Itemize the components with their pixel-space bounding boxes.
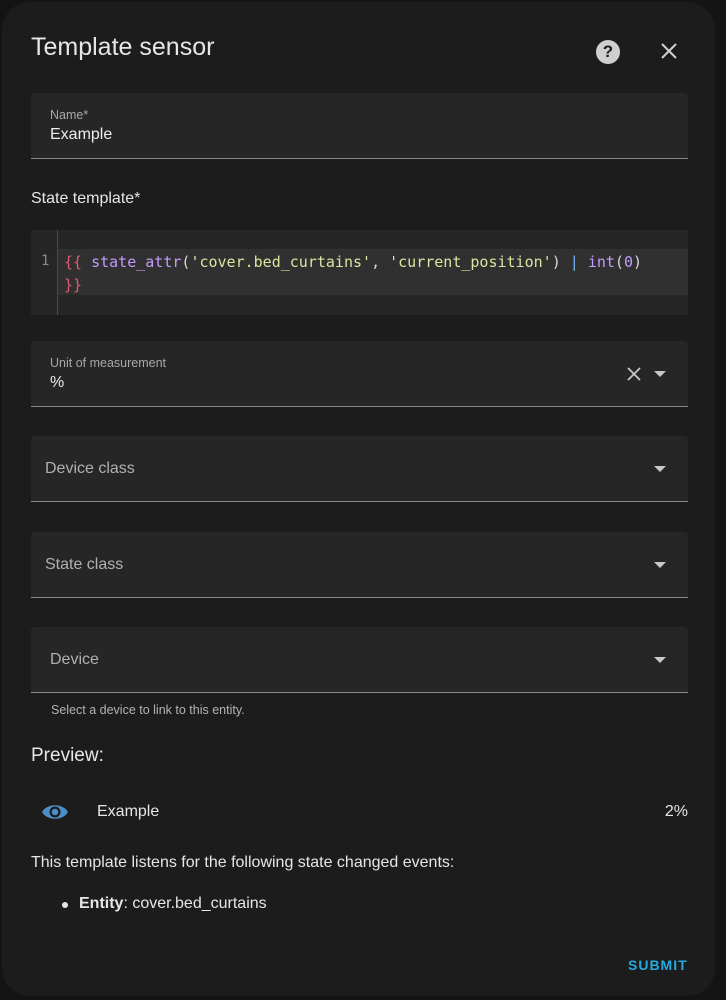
code-token: | xyxy=(569,253,579,271)
preview-entity-state: 2% xyxy=(664,803,688,820)
dialog-title: Template sensor xyxy=(31,33,215,61)
code-token: ) xyxy=(632,253,642,271)
name-field-value: Example xyxy=(50,126,113,143)
code-token: }} xyxy=(64,276,83,294)
state-template-label: State template* xyxy=(31,190,141,207)
entity-label: Entity xyxy=(79,895,124,912)
device-placeholder: Device xyxy=(50,651,99,668)
chevron-down-icon[interactable] xyxy=(654,465,666,472)
name-field[interactable]: Name* Example xyxy=(31,93,688,159)
code-token: state_attr xyxy=(91,253,182,271)
bullet-dot xyxy=(62,902,68,908)
code-token: 0 xyxy=(623,253,633,271)
close-icon[interactable] xyxy=(658,40,680,62)
unit-of-measurement-field[interactable]: Unit of measurement % xyxy=(31,341,688,407)
help-icon[interactable]: ? xyxy=(596,40,620,64)
state-template-editor[interactable]: 1 {{ state_attr ( 'cover.bed_curtains', 'c… xyxy=(31,230,688,315)
entity-value: : cover.bed_curtains xyxy=(123,895,267,912)
eye-icon xyxy=(42,805,68,819)
state-class-select[interactable]: State class xyxy=(31,532,688,598)
code-token: , xyxy=(371,253,390,271)
code-token: int xyxy=(587,253,615,271)
device-class-placeholder: Device class xyxy=(45,460,135,477)
code-token: {{ xyxy=(64,253,83,271)
code-token: 'cover.bed_curtains' xyxy=(190,253,372,271)
code-token: ( xyxy=(614,253,624,271)
line-number: 1 xyxy=(41,253,50,269)
code-token: ) xyxy=(551,253,570,271)
submit-button[interactable]: SUBMIT xyxy=(628,957,688,973)
code-token: 'current_position' xyxy=(389,253,552,271)
unit-field-value: % xyxy=(50,374,65,391)
template-code[interactable]: {{ state_attr ( 'cover.bed_curtains', 'cur… xyxy=(64,251,664,297)
state-class-placeholder: State class xyxy=(45,556,124,573)
preview-entity-name: Example xyxy=(97,803,160,820)
device-class-select[interactable]: Device class xyxy=(31,436,688,502)
device-helper-text: Select a device to link to this entity. xyxy=(51,703,245,717)
device-select[interactable]: Device xyxy=(31,627,688,693)
chevron-down-icon[interactable] xyxy=(654,561,666,568)
preview-title: Preview: xyxy=(31,745,104,766)
template-sensor-dialog: Template sensor ? Name* Example State te… xyxy=(2,2,715,996)
clear-icon[interactable] xyxy=(626,366,642,382)
unit-field-label: Unit of measurement xyxy=(50,356,167,370)
name-field-label: Name* xyxy=(50,108,89,122)
chevron-down-icon[interactable] xyxy=(654,656,666,663)
editor-gutter xyxy=(31,230,58,315)
listens-description: This template listens for the following … xyxy=(31,854,455,871)
preview-entity-row[interactable]: Example 2% xyxy=(31,792,688,832)
chevron-down-icon[interactable] xyxy=(654,370,666,377)
